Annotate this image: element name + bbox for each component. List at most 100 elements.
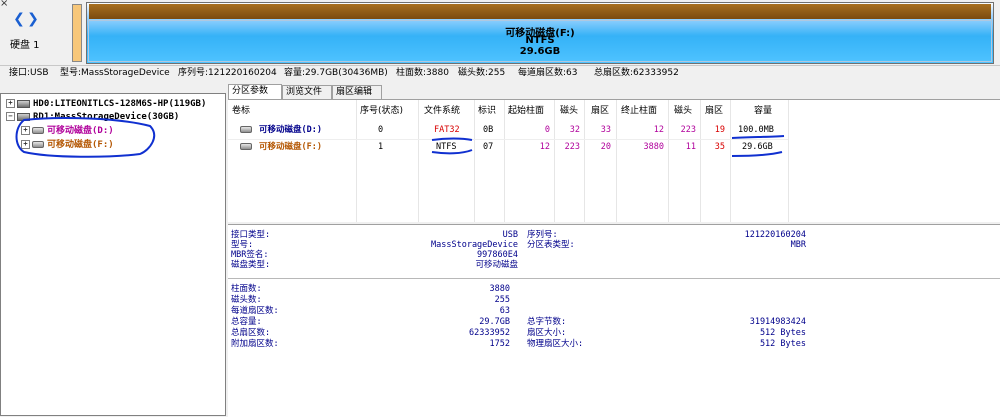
col-header-end-head[interactable]: 磁头	[674, 104, 692, 118]
detail-disk-type-value: 可移动磁盘	[475, 260, 518, 270]
col-header-capacity[interactable]: 容量	[754, 104, 772, 118]
detail-cylinders-value: 3880	[489, 284, 510, 294]
detail-heads-label: 磁头数:	[231, 295, 262, 305]
cell-start-cylinder: 0	[544, 125, 550, 135]
detail-cylinders-label: 柱面数:	[231, 284, 262, 294]
detail-spt-value: 63	[499, 306, 510, 316]
cell-end-cylinder: 3880	[643, 142, 664, 152]
cell-volume: 可移动磁盘(F:)	[259, 142, 322, 152]
cell-end-head: 11	[685, 142, 696, 152]
detail-model-label: 型号:	[231, 240, 254, 250]
col-header-start-cylinder[interactable]: 起始柱面	[508, 104, 544, 118]
next-disk-icon[interactable]: ❯	[26, 10, 40, 28]
tree-item-label: RD1:MassStorageDevice(30GB)	[33, 112, 180, 122]
tree-item-hd0[interactable]: + HD0:LITEONITLCS-128M6S-HP(119GB)	[6, 97, 206, 111]
cell-start-cylinder: 12	[539, 142, 550, 152]
tree-item-label: 可移动磁盘(D:)	[47, 126, 114, 136]
cell-volume: 可移动磁盘(D:)	[259, 125, 322, 135]
tree-item-label: 可移动磁盘(F:)	[47, 140, 114, 150]
drive-icon	[240, 123, 255, 137]
disk-map-panel: × ❮ ❯ 硬盘 1 可移动磁盘(F:) NTFS 29.6GB	[0, 0, 1000, 64]
tab-partition-params[interactable]: 分区参数	[228, 84, 282, 99]
expand-icon[interactable]: +	[6, 99, 15, 108]
detail-extra-sectors-label: 附加扇区数:	[231, 339, 279, 349]
cell-capacity: 100.0MB	[738, 125, 774, 135]
drive-icon	[240, 140, 255, 154]
cell-capacity: 29.6GB	[742, 142, 773, 152]
partition-type-strip	[89, 4, 991, 19]
tab-browse-files[interactable]: 浏览文件	[282, 85, 332, 99]
info-cylinders: 柱面数:3880	[396, 68, 449, 78]
detail-total-sectors-value: 62333952	[469, 328, 510, 338]
close-icon[interactable]: ×	[0, 0, 8, 9]
tree-item-part-d[interactable]: + 可移动磁盘(D:)	[21, 124, 114, 138]
partition-fs: NTFS	[525, 35, 555, 46]
cell-id: 07	[483, 142, 494, 152]
disk-label: 硬盘 1	[10, 40, 40, 51]
tree-item-part-f[interactable]: + 可移动磁盘(F:)	[21, 138, 114, 152]
disk-tree: + HD0:LITEONITLCS-128M6S-HP(119GB) − RD1:M…	[0, 93, 226, 416]
col-header-volume[interactable]: 卷标	[232, 104, 250, 118]
detail-ptable-type-value: MBR	[790, 240, 806, 250]
info-total-sectors: 总扇区数:62333952	[594, 68, 679, 78]
detail-interface-type-label: 接口类型:	[231, 230, 271, 240]
info-spt: 每道扇区数:63	[518, 68, 578, 78]
hard-disk-icon	[17, 99, 30, 108]
detail-sector-size-label: 扇区大小:	[527, 328, 567, 338]
cell-index: 0	[378, 125, 384, 135]
cell-start-sector: 33	[600, 125, 611, 135]
collapse-icon[interactable]: −	[6, 112, 15, 121]
col-header-index[interactable]: 序号(状态)	[360, 104, 403, 118]
disk-info-bar: 接口:USB 型号:MassStorageDevice 序列号:12122016…	[0, 65, 1000, 80]
tree-item-rd1[interactable]: − RD1:MassStorageDevice(30GB)	[6, 110, 179, 124]
detail-mbr-sig-label: MBR签名:	[231, 250, 269, 260]
col-header-end-sector[interactable]: 扇区	[705, 104, 723, 118]
cell-start-head: 223	[564, 142, 580, 152]
detail-disk-type-label: 磁盘类型:	[231, 260, 271, 270]
detail-heads-value: 255	[494, 295, 510, 305]
cell-end-sector: 35	[714, 142, 725, 152]
partition-size: 29.6GB	[519, 46, 561, 57]
detail-spt-label: 每道扇区数:	[231, 306, 279, 316]
cell-filesystem: FAT32	[434, 125, 460, 135]
info-capacity: 容量:29.7GB(30436MB)	[284, 68, 388, 78]
partition-table: 卷标 序号(状态) 文件系统 标识 起始柱面 磁头 扇区 终止柱面 磁头 扇区 …	[228, 99, 1000, 222]
col-header-end-cylinder[interactable]: 终止柱面	[621, 104, 657, 118]
detail-total-cap-value: 29.7GB	[479, 317, 510, 327]
col-header-id[interactable]: 标识	[478, 104, 496, 118]
info-model: 型号:MassStorageDevice	[60, 68, 170, 78]
info-heads: 磁头数:255	[458, 68, 506, 78]
detail-serial-value: 121220160204	[744, 230, 806, 240]
drive-icon	[32, 141, 44, 148]
detail-ptable-type-label: 分区表类型:	[527, 240, 575, 250]
free-space-bar[interactable]	[72, 4, 82, 62]
tab-strip: 分区参数 浏览文件 扇区编辑	[228, 84, 1000, 99]
info-interface: 接口:USB	[9, 68, 49, 78]
detail-total-cap-label: 总容量:	[231, 317, 262, 327]
cell-filesystem: NTFS	[436, 142, 457, 152]
detail-mbr-sig-value: 997860E4	[477, 250, 518, 260]
col-header-start-head[interactable]: 磁头	[560, 104, 578, 118]
prev-disk-icon[interactable]: ❮	[12, 10, 26, 28]
drive-icon	[32, 127, 44, 134]
partition-block-f[interactable]: 可移动磁盘(F:) NTFS 29.6GB	[86, 2, 994, 64]
disk-details: 接口类型: USB 型号: MassStorageDevice MBR签名: 9…	[228, 224, 1000, 417]
col-header-start-sector[interactable]: 扇区	[591, 104, 609, 118]
cell-end-head: 223	[680, 125, 696, 135]
expand-icon[interactable]: +	[21, 140, 30, 149]
tab-sector-editor[interactable]: 扇区编辑	[332, 85, 382, 99]
cell-end-cylinder: 12	[653, 125, 664, 135]
details-divider	[228, 278, 1000, 279]
col-header-filesystem[interactable]: 文件系统	[424, 104, 460, 118]
detail-phys-sector-label: 物理扇区大小:	[527, 339, 584, 349]
cell-index: 1	[378, 142, 384, 152]
detail-phys-sector-value: 512 Bytes	[759, 339, 806, 349]
detail-sector-size-value: 512 Bytes	[759, 328, 806, 338]
detail-extra-sectors-value: 1752	[489, 339, 510, 349]
detail-model-value: MassStorageDevice	[431, 240, 518, 250]
cell-start-sector: 20	[600, 142, 611, 152]
tree-item-label: HD0:LITEONITLCS-128M6S-HP(119GB)	[33, 99, 207, 109]
detail-total-sectors-label: 总扇区数:	[231, 328, 271, 338]
detail-interface-type-value: USB	[502, 230, 518, 240]
expand-icon[interactable]: +	[21, 126, 30, 135]
